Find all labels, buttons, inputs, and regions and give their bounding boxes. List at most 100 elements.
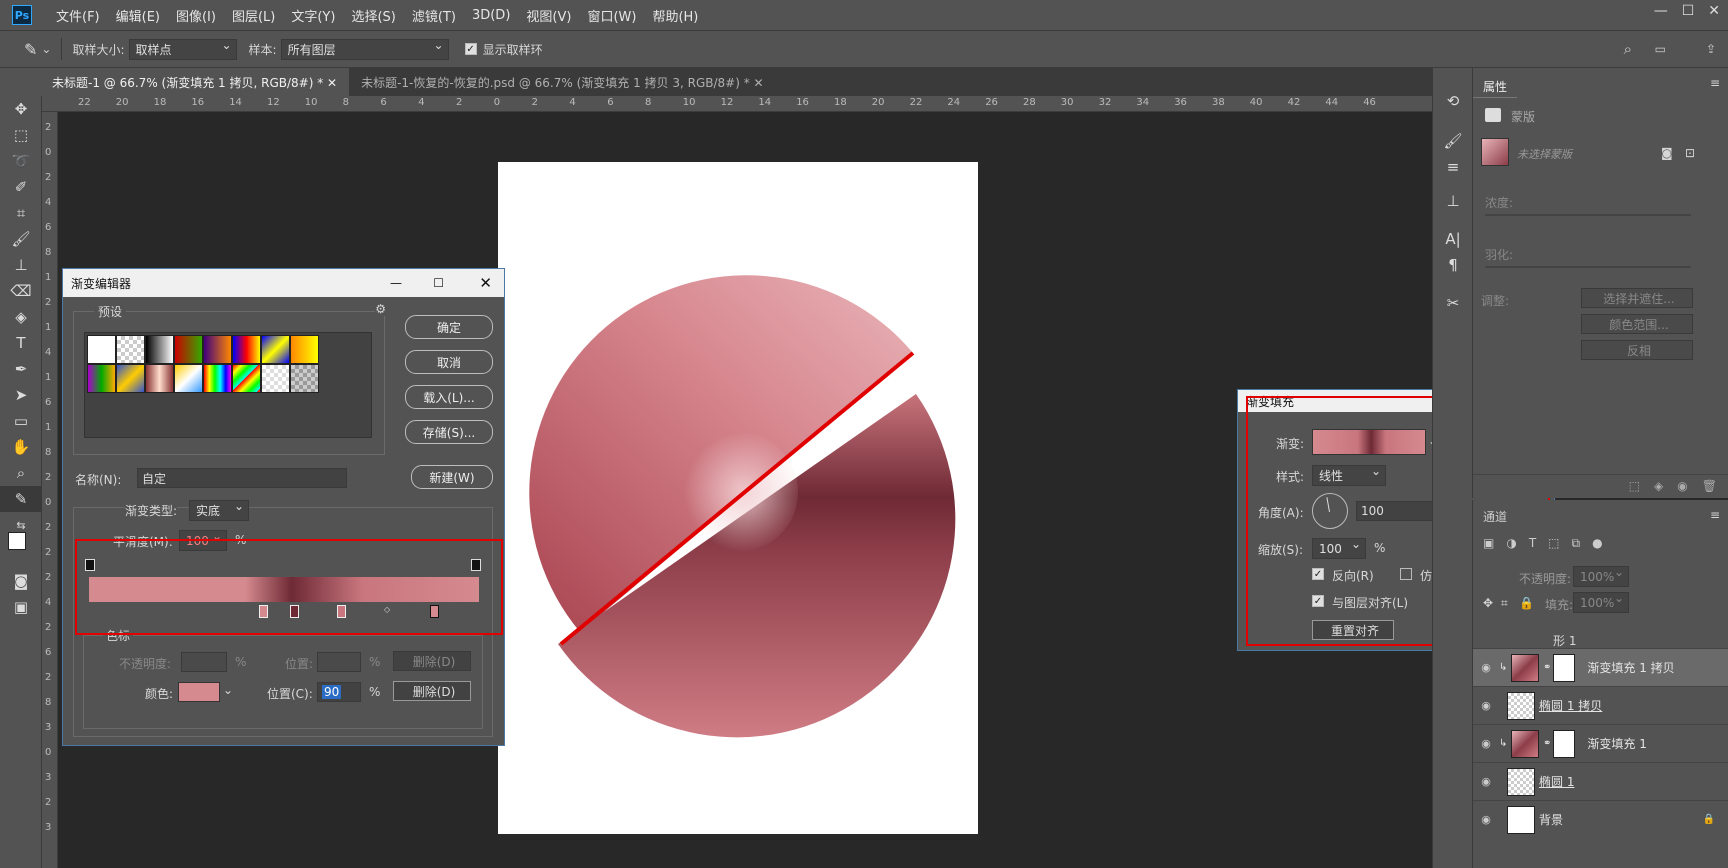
- menu-select[interactable]: 选择(S): [343, 6, 403, 25]
- name-input[interactable]: 自定: [137, 468, 347, 488]
- link-icon[interactable]: ⚭: [1543, 738, 1551, 749]
- menu-image[interactable]: 图像(I): [168, 6, 224, 25]
- sample-select[interactable]: 所有图层: [280, 38, 449, 60]
- maximize-icon[interactable]: ☐: [433, 276, 444, 290]
- minimize-icon[interactable]: —: [390, 276, 402, 290]
- pixel-mask-icon[interactable]: ◙: [1661, 146, 1673, 160]
- lock-icon[interactable]: 🔒: [1703, 814, 1715, 825]
- visibility-icon[interactable]: ◉: [1677, 479, 1687, 494]
- save-button[interactable]: 存储(S)...: [405, 420, 493, 444]
- gradient-preset-swatch[interactable]: [261, 364, 290, 393]
- rectangle-tool-icon[interactable]: ▭: [0, 408, 42, 434]
- color-chevron-icon[interactable]: ⌄: [223, 683, 233, 697]
- pen-tool-icon[interactable]: ✒: [0, 356, 42, 382]
- minimize-icon[interactable]: —: [1654, 3, 1668, 19]
- gradient-preset-swatch[interactable]: [116, 364, 145, 393]
- load-selection-icon[interactable]: ⬚: [1629, 479, 1640, 494]
- history-icon[interactable]: ⟲: [1433, 88, 1473, 114]
- menu-file[interactable]: 文件(F): [48, 6, 108, 25]
- stamp-tool-icon[interactable]: ⊥: [0, 252, 42, 278]
- close-icon[interactable]: ✕: [1708, 3, 1720, 19]
- path-select-tool-icon[interactable]: ➤: [0, 382, 42, 408]
- gradient-preset-swatch[interactable]: [87, 335, 116, 364]
- crop-tool-icon[interactable]: ⌗: [0, 200, 42, 226]
- layer-row[interactable]: ◉ 椭圆 1 拷贝: [1473, 686, 1728, 724]
- document-canvas[interactable]: [498, 162, 978, 834]
- stop-position-input[interactable]: 90: [317, 682, 361, 702]
- cancel-button[interactable]: 取消: [405, 350, 493, 374]
- gradient-preset-swatch[interactable]: [174, 364, 203, 393]
- clone-source-icon[interactable]: ⊥: [1433, 188, 1473, 214]
- zoom-tool-icon[interactable]: ⌕: [0, 460, 42, 486]
- apply-mask-icon[interactable]: ◈: [1654, 479, 1663, 494]
- gradient-preset-swatch[interactable]: [261, 335, 290, 364]
- panel-menu-icon[interactable]: ≡: [1710, 508, 1720, 522]
- text-tool-icon[interactable]: T: [0, 330, 42, 356]
- lock-all-icon[interactable]: 🔒: [1519, 596, 1534, 610]
- paragraph-icon[interactable]: ¶: [1433, 252, 1473, 278]
- hand-tool-icon[interactable]: ✋: [0, 434, 42, 460]
- menu-window[interactable]: 窗口(W): [579, 6, 644, 25]
- lasso-tool-icon[interactable]: ➰: [0, 148, 42, 174]
- search-icon[interactable]: ⌕: [1624, 40, 1632, 58]
- vector-mask-icon[interactable]: ⊡: [1685, 146, 1695, 160]
- lock-artboard-icon[interactable]: ⌗: [1501, 596, 1508, 611]
- layer-row[interactable]: ◉ 背景 🔒: [1473, 800, 1728, 838]
- channels-tab[interactable]: 通道: [1483, 508, 1507, 525]
- lock-move-icon[interactable]: ✥: [1483, 596, 1493, 610]
- properties-tab[interactable]: 属性: [1473, 76, 1518, 98]
- panel-menu-icon[interactable]: ≡: [1710, 76, 1720, 90]
- gradient-preset-swatch[interactable]: [174, 335, 203, 364]
- layer-row[interactable]: ◉ 椭圆 1: [1473, 762, 1728, 800]
- sample-size-select[interactable]: 取样点: [128, 38, 237, 60]
- tool-presets-icon[interactable]: ✂: [1433, 290, 1473, 316]
- visibility-eye-icon[interactable]: ◉: [1473, 775, 1499, 788]
- gradient-type-select[interactable]: 实底: [189, 499, 249, 521]
- menu-type[interactable]: 文字(Y): [283, 6, 343, 25]
- close-icon[interactable]: ✕: [479, 274, 492, 292]
- gradient-preset-swatch[interactable]: [116, 335, 145, 364]
- opacity-select[interactable]: 100%: [1573, 565, 1629, 587]
- quick-mask-icon[interactable]: ◙: [0, 568, 42, 594]
- text-filter-icon[interactable]: T: [1529, 536, 1536, 551]
- layer-mask-thumbnail[interactable]: [1553, 729, 1576, 758]
- gradient-preset-swatch[interactable]: [290, 364, 319, 393]
- marquee-tool-icon[interactable]: ⬚: [0, 122, 42, 148]
- layer-row[interactable]: ◉ ↳ ⚭ 渐变填充 1: [1473, 724, 1728, 762]
- layer-row[interactable]: ◉ ↳ ⚭ 渐变填充 1 拷贝: [1473, 648, 1728, 686]
- adjust-filter-icon[interactable]: ◑: [1506, 536, 1516, 551]
- mask-icon[interactable]: [1485, 108, 1501, 122]
- image-filter-icon[interactable]: ▣: [1483, 536, 1494, 551]
- menu-filter[interactable]: 滤镜(T): [404, 6, 464, 25]
- gradient-preset-swatch[interactable]: [145, 364, 174, 393]
- workspace-icon[interactable]: ▭: [1655, 42, 1666, 56]
- shape-filter-icon[interactable]: ⬚: [1548, 536, 1559, 551]
- maximize-icon[interactable]: ☐: [1682, 3, 1695, 19]
- adjustments-icon[interactable]: ≡: [1433, 154, 1473, 180]
- menu-layer[interactable]: 图层(L): [224, 6, 283, 25]
- photoshop-logo[interactable]: Ps: [12, 5, 32, 25]
- gradient-preset-swatch[interactable]: [87, 364, 116, 393]
- gradient-preset-swatch[interactable]: [232, 335, 261, 364]
- menu-view[interactable]: 视图(V): [518, 6, 579, 25]
- ok-button[interactable]: 确定: [405, 315, 493, 339]
- screen-mode-icon[interactable]: ▣: [0, 594, 42, 620]
- tab-document-1[interactable]: 未标题-1 @ 66.7% (渐变填充 1 拷贝, RGB/8#) * ✕: [40, 68, 350, 96]
- close-tab-icon[interactable]: ✕: [754, 76, 764, 90]
- filter-toggle-icon[interactable]: ●: [1592, 536, 1602, 551]
- gradient-preset-swatch[interactable]: [290, 335, 319, 364]
- new-button[interactable]: 新建(W): [411, 465, 493, 489]
- character-icon[interactable]: A|: [1433, 226, 1473, 252]
- gradient-preset-swatch[interactable]: [203, 335, 232, 364]
- menu-edit[interactable]: 编辑(E): [108, 6, 168, 25]
- menu-help[interactable]: 帮助(H): [644, 6, 706, 25]
- show-ring-checkbox[interactable]: ✓: [464, 43, 477, 55]
- brush-settings-icon[interactable]: 🖌: [1433, 128, 1473, 154]
- gradient-preset-swatch[interactable]: [145, 335, 174, 364]
- link-icon[interactable]: ⚭: [1543, 662, 1551, 673]
- gradient-tool-icon[interactable]: ◈: [0, 304, 42, 330]
- menu-3d[interactable]: 3D(D): [464, 8, 518, 23]
- presets-gear-icon[interactable]: ⚙: [375, 302, 386, 316]
- layer-mask-thumbnail[interactable]: [1553, 653, 1576, 682]
- delete-button[interactable]: 删除(D): [393, 681, 471, 701]
